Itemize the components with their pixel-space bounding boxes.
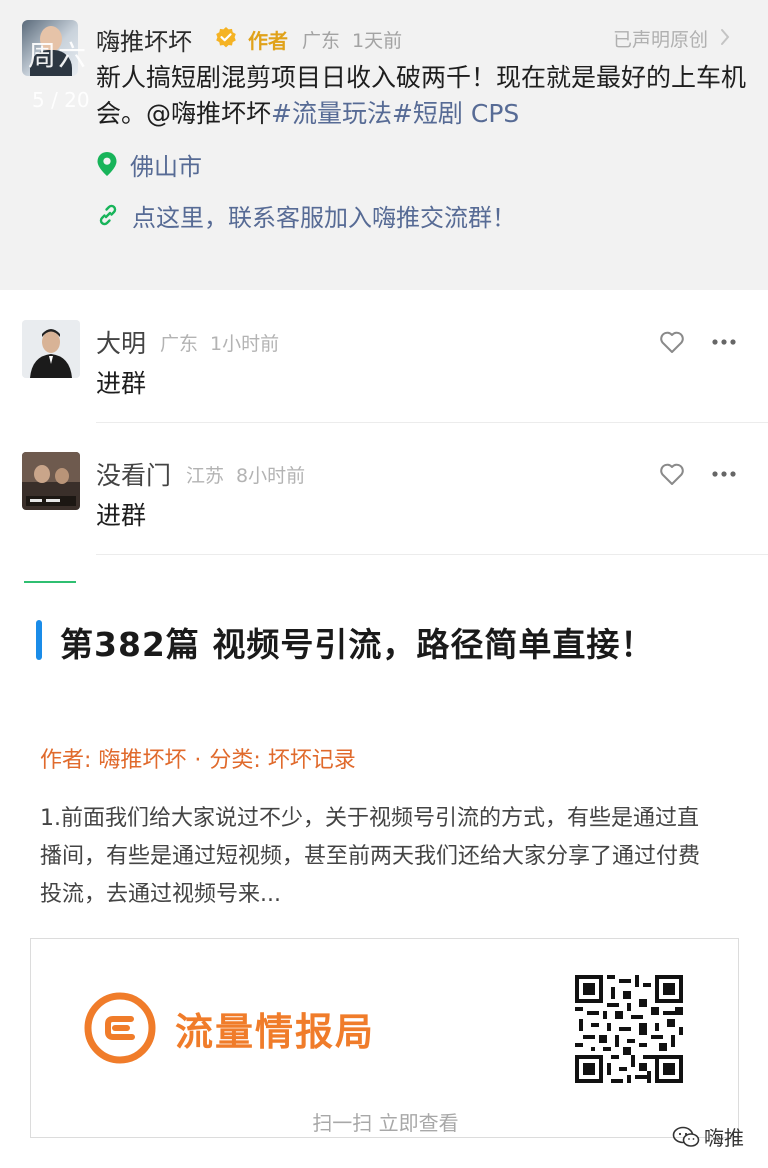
comment-item: 没看门 江苏 8小时前 进群: [0, 432, 768, 552]
comment-location: 江苏: [186, 465, 225, 487]
like-heart-icon[interactable]: [659, 462, 685, 486]
wechat-watermark: 嗨推: [672, 1122, 744, 1151]
group-join-text: 点这里，联系客服加入嗨推交流群！: [132, 203, 516, 232]
article-category[interactable]: 分类: 坏坏记录: [209, 748, 355, 773]
location-pin-icon: [97, 152, 117, 176]
post-text: 新人搞短剧混剪项目日收入破两千！现在就是最好的上车机会。@嗨推坏坏#流量玩法#短…: [96, 60, 756, 132]
comment-text: 进群: [96, 369, 147, 398]
post-header-block: 周六 5 / 20 嗨推坏坏 作者 广东 1天前 已声明原创 新人搞短剧混剪项目…: [0, 0, 768, 290]
original-label: 已声明原创: [612, 29, 708, 51]
comment-divider: [96, 554, 768, 555]
author-tag: 作者: [248, 29, 288, 53]
like-heart-icon[interactable]: [659, 330, 685, 354]
comment-time: 1小时前: [210, 333, 280, 355]
accent-divider: [24, 581, 76, 583]
location-city: 佛山市: [130, 152, 202, 181]
hashtag-link[interactable]: #短剧 CPS: [392, 99, 519, 128]
chevron-right-icon: [721, 29, 730, 45]
title-accent-bar: [36, 620, 42, 660]
overlay-page-indicator: 5 / 20: [32, 88, 90, 112]
author-name[interactable]: 嗨推坏坏: [96, 22, 192, 57]
overlay-title: 周六: [28, 39, 89, 72]
wechat-icon: [672, 1126, 700, 1147]
brand-name: 流量情报局: [175, 1010, 376, 1054]
article-title[interactable]: 第382篇 视频号引流，路径简单直接！: [60, 618, 654, 666]
hashtag-link[interactable]: #流量玩法: [271, 99, 392, 128]
more-options-icon[interactable]: [711, 338, 737, 346]
commenter-avatar[interactable]: [22, 320, 80, 378]
location-link[interactable]: 佛山市: [96, 147, 202, 181]
commenter-avatar[interactable]: [22, 452, 80, 510]
more-options-icon[interactable]: [711, 470, 737, 478]
comment-text: 进群: [96, 501, 147, 530]
group-join-link[interactable]: 点这里，联系客服加入嗨推交流群！: [96, 198, 516, 232]
comment-time: 8小时前: [236, 465, 306, 487]
meta-separator: ·: [194, 748, 202, 773]
article-meta: 作者: 嗨推坏坏 · 分类: 坏坏记录: [40, 742, 356, 774]
scan-hint: 扫一扫 立即查看: [312, 1111, 459, 1135]
watermark-text: 嗨推: [704, 1126, 744, 1150]
comment-divider: [96, 422, 768, 423]
brand-logo-icon: [84, 992, 156, 1064]
comment-item: 大明 广东 1小时前 进群: [0, 300, 768, 420]
verified-badge-icon: [216, 27, 236, 48]
link-icon: [99, 204, 117, 226]
article-author[interactable]: 作者: 嗨推坏坏: [40, 748, 186, 773]
qr-promo-card[interactable]: 流量情报局 扫一扫 立即查看: [30, 938, 739, 1138]
post-location: 广东: [302, 30, 341, 52]
commenter-name[interactable]: 没看门: [96, 456, 171, 492]
commenter-name[interactable]: 大明: [96, 324, 146, 360]
qr-code-icon: [575, 975, 683, 1083]
post-time: 1天前: [352, 30, 403, 52]
article-excerpt[interactable]: 1.前面我们给大家说过不少，关于视频号引流的方式，有些是通过直播间，有些是通过短…: [40, 800, 720, 914]
comment-location: 广东: [160, 333, 199, 355]
